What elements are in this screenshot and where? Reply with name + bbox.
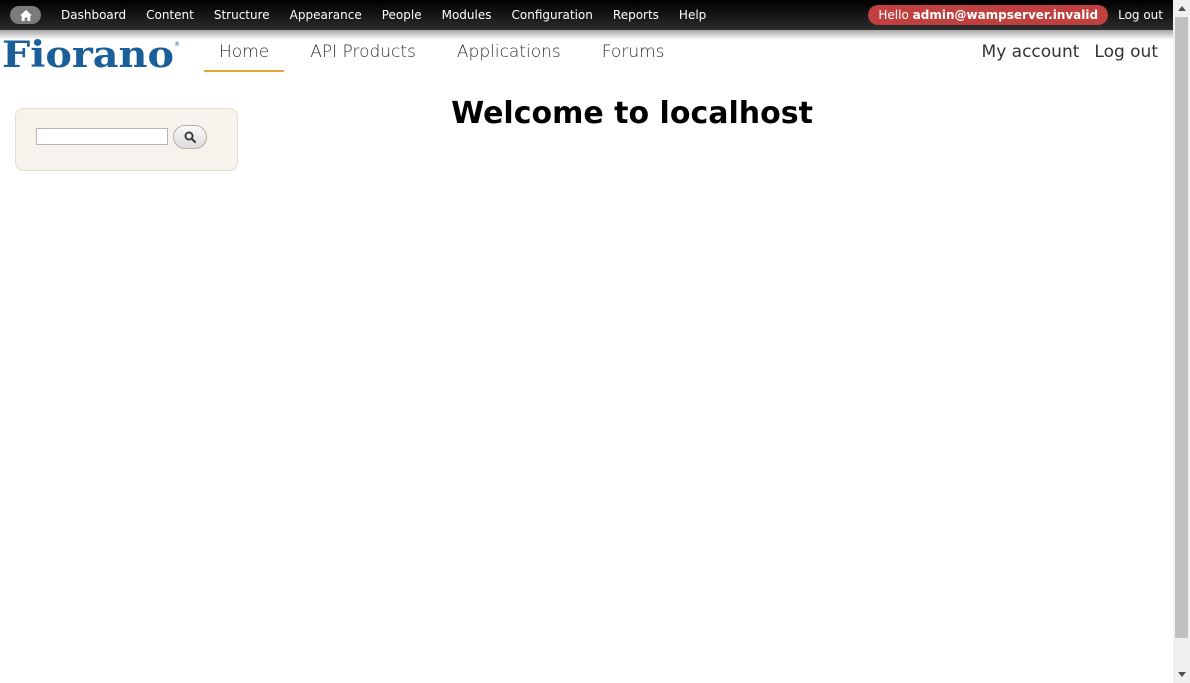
admin-menu-dashboard[interactable]: Dashboard (51, 0, 136, 30)
toolbar-logout-link[interactable]: Log out (1118, 8, 1163, 22)
scroll-down-button[interactable] (1173, 666, 1190, 683)
logout-link[interactable]: Log out (1094, 42, 1158, 62)
site-logo[interactable]: Fiorano ® (2, 38, 180, 70)
admin-menu-content[interactable]: Content (136, 0, 204, 30)
vertical-scrollbar[interactable] (1173, 0, 1190, 683)
admin-menu-configuration[interactable]: Configuration (502, 0, 603, 30)
home-button[interactable] (10, 6, 41, 24)
secondary-nav: My account Log out (967, 42, 1158, 62)
home-icon (19, 9, 32, 21)
admin-toolbar: Dashboard Content Structure Appearance P… (0, 0, 1173, 30)
admin-menu-structure[interactable]: Structure (204, 0, 280, 30)
search-input[interactable] (36, 128, 168, 145)
admin-menu-help[interactable]: Help (669, 0, 716, 30)
main-nav-applications[interactable]: Applications (442, 38, 576, 72)
scroll-up-arrow-icon (1177, 6, 1186, 11)
my-account-link[interactable]: My account (982, 42, 1080, 62)
hello-username: admin@wampserver.invalid (912, 8, 1099, 22)
search-icon (184, 131, 196, 143)
site-header: Fiorano ® Home API Products Applications… (0, 30, 1173, 80)
toolbar-user-area: Hello admin@wampserver.invalid Log out (868, 0, 1163, 30)
scrollbar-thumb[interactable] (1175, 17, 1188, 638)
search-block (15, 108, 238, 171)
main-nav-home[interactable]: Home (204, 38, 285, 72)
admin-menu-modules[interactable]: Modules (432, 0, 502, 30)
hello-prefix: Hello (878, 8, 909, 22)
admin-menu-appearance[interactable]: Appearance (280, 0, 372, 30)
logo-text: Fiorano (2, 38, 174, 70)
scroll-up-button[interactable] (1173, 0, 1190, 17)
main-nav-forums[interactable]: Forums (587, 38, 680, 72)
main-nav-api-products[interactable]: API Products (295, 38, 431, 72)
svg-text:®: ® (174, 41, 180, 48)
search-button[interactable] (173, 125, 207, 149)
admin-menu: Dashboard Content Structure Appearance P… (51, 0, 716, 30)
admin-menu-reports[interactable]: Reports (603, 0, 669, 30)
main-nav: Home API Products Applications Forums (204, 38, 691, 72)
page-title: Welcome to localhost (451, 96, 813, 131)
scroll-down-arrow-icon (1177, 672, 1186, 677)
hello-user-badge[interactable]: Hello admin@wampserver.invalid (868, 5, 1109, 25)
admin-menu-people[interactable]: People (372, 0, 432, 30)
